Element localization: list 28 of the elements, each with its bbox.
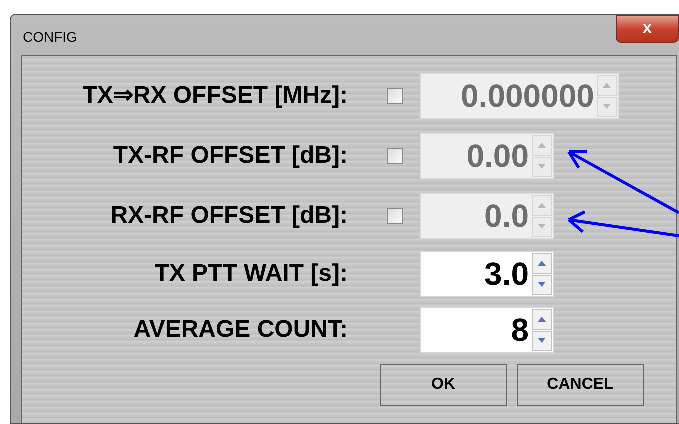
up-arrow-icon: [603, 82, 612, 88]
field-label: AVERAGE COUNT:: [132, 315, 348, 345]
checkbox[interactable]: [387, 148, 403, 164]
spin-up-button[interactable]: [532, 309, 552, 330]
checkbox[interactable]: [387, 88, 403, 104]
down-arrow-icon: [538, 164, 546, 170]
checkbox[interactable]: [387, 208, 403, 224]
field-label: RX-RF OFFSET [dB]:: [110, 201, 348, 231]
field-label: TX⇒RX OFFSET [MHz]:: [82, 81, 348, 111]
field-label: TX-RF OFFSET [dB]:: [112, 141, 348, 171]
close-button[interactable]: x: [616, 15, 679, 43]
number-field[interactable]: 8: [420, 307, 554, 353]
up-arrow-icon: [538, 316, 546, 322]
down-arrow-icon: [538, 338, 546, 344]
up-arrow-icon: [538, 260, 546, 266]
down-arrow-icon: [603, 104, 612, 110]
down-arrow-icon: [538, 224, 546, 230]
down-arrow-icon: [538, 282, 546, 288]
spin-down-button[interactable]: [532, 330, 552, 351]
cancel-button[interactable]: CANCEL: [517, 364, 644, 406]
spin-down-button[interactable]: [532, 274, 552, 295]
field-label: TX PTT WAIT [s]:: [154, 259, 348, 289]
up-arrow-icon: [538, 142, 546, 148]
window-title: CONFIG: [23, 28, 78, 47]
ok-button[interactable]: OK: [380, 364, 507, 406]
number-field[interactable]: 3.0: [420, 251, 554, 297]
spin-up-button[interactable]: [532, 253, 552, 274]
up-arrow-icon: [538, 202, 546, 208]
